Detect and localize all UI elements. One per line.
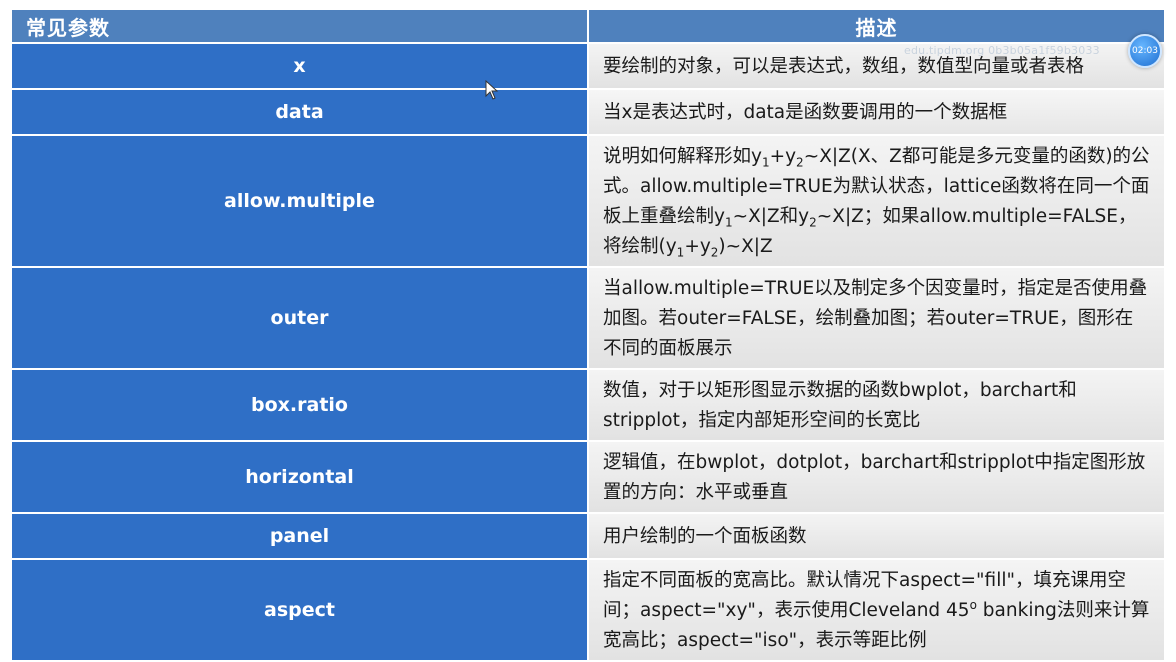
desc-text: 当x是表达式时，data是函数要调用的一个数据框 xyxy=(603,102,1008,123)
desc-text: 逻辑值，在bwplot，dotplot，barchart和stripplot中指… xyxy=(603,452,1146,503)
slide: 常见参数 描述 x 要绘制的对象，可以是表达式，数组，数值型向量或者表格 dat… xyxy=(0,0,1176,662)
table-row: panel 用户绘制的一个面板函数 xyxy=(10,512,1166,560)
mouse-cursor-icon xyxy=(485,80,499,100)
desc-text: 说明如何解释形如y xyxy=(603,146,762,167)
desc-text: ~X|Z和y xyxy=(732,206,810,227)
timer-badge[interactable]: 02:03 xyxy=(1128,34,1162,68)
table-header-row: 常见参数 描述 xyxy=(10,8,1166,44)
desc-text: +y xyxy=(684,236,711,257)
param-name: outer xyxy=(10,266,589,370)
parameter-table: 常见参数 描述 x 要绘制的对象，可以是表达式，数组，数值型向量或者表格 dat… xyxy=(10,8,1166,662)
param-name: allow.multiple xyxy=(10,134,589,268)
desc-subscript: 2 xyxy=(796,155,804,170)
param-desc: 指定不同面板的宽高比。默认情况下aspect="fill"，填充课用空间；asp… xyxy=(587,558,1166,662)
param-desc: 数值，对于以矩形图显示数据的函数bwplot，barchart和stripplo… xyxy=(587,368,1166,442)
watermark-text: edu.tipdm.org 0b3b05a1f59b3033 xyxy=(904,44,1100,57)
param-desc: 当allow.multiple=TRUE以及制定多个因变量时，指定是否使用叠加图… xyxy=(587,266,1166,370)
desc-subscript: 1 xyxy=(761,155,770,170)
param-desc: 逻辑值，在bwplot，dotplot，barchart和stripplot中指… xyxy=(587,440,1166,514)
desc-text: 当allow.multiple=TRUE以及制定多个因变量时，指定是否使用叠加图… xyxy=(603,278,1148,359)
desc-text: 要绘制的对象，可以是表达式，数组，数值型向量或者表格 xyxy=(603,56,1085,77)
desc-subscript: 1 xyxy=(724,215,733,230)
param-desc: 说明如何解释形如y1+y2~X|Z(X、Z都可能是多元变量的函数)的公式。all… xyxy=(587,134,1166,268)
param-name: x xyxy=(10,42,589,90)
table-row: horizontal 逻辑值，在bwplot，dotplot，barchart和… xyxy=(10,440,1166,514)
desc-supscript: o xyxy=(969,597,977,612)
table-row: aspect 指定不同面板的宽高比。默认情况下aspect="fill"，填充课… xyxy=(10,558,1166,662)
param-name: panel xyxy=(10,512,589,560)
desc-subscript: 2 xyxy=(809,215,817,230)
param-name: data xyxy=(10,88,589,136)
desc-text: 数值，对于以矩形图显示数据的函数bwplot，barchart和stripplo… xyxy=(603,380,1077,431)
table-row: data 当x是表达式时，data是函数要调用的一个数据框 xyxy=(10,88,1166,136)
table-row: outer 当allow.multiple=TRUE以及制定多个因变量时，指定是… xyxy=(10,266,1166,370)
header-param: 常见参数 xyxy=(10,8,589,44)
param-name: box.ratio xyxy=(10,368,589,442)
param-desc: 当x是表达式时，data是函数要调用的一个数据框 xyxy=(587,88,1166,136)
desc-text: +y xyxy=(769,146,797,167)
table-row: box.ratio 数值，对于以矩形图显示数据的函数bwplot，barchar… xyxy=(10,368,1166,442)
param-desc: 用户绘制的一个面板函数 xyxy=(587,512,1166,560)
desc-text: )~X|Z xyxy=(718,236,773,257)
header-desc: 描述 xyxy=(587,8,1166,44)
table-row: allow.multiple 说明如何解释形如y1+y2~X|Z(X、Z都可能是… xyxy=(10,134,1166,268)
param-name: aspect xyxy=(10,558,589,662)
param-name: horizontal xyxy=(10,440,589,514)
